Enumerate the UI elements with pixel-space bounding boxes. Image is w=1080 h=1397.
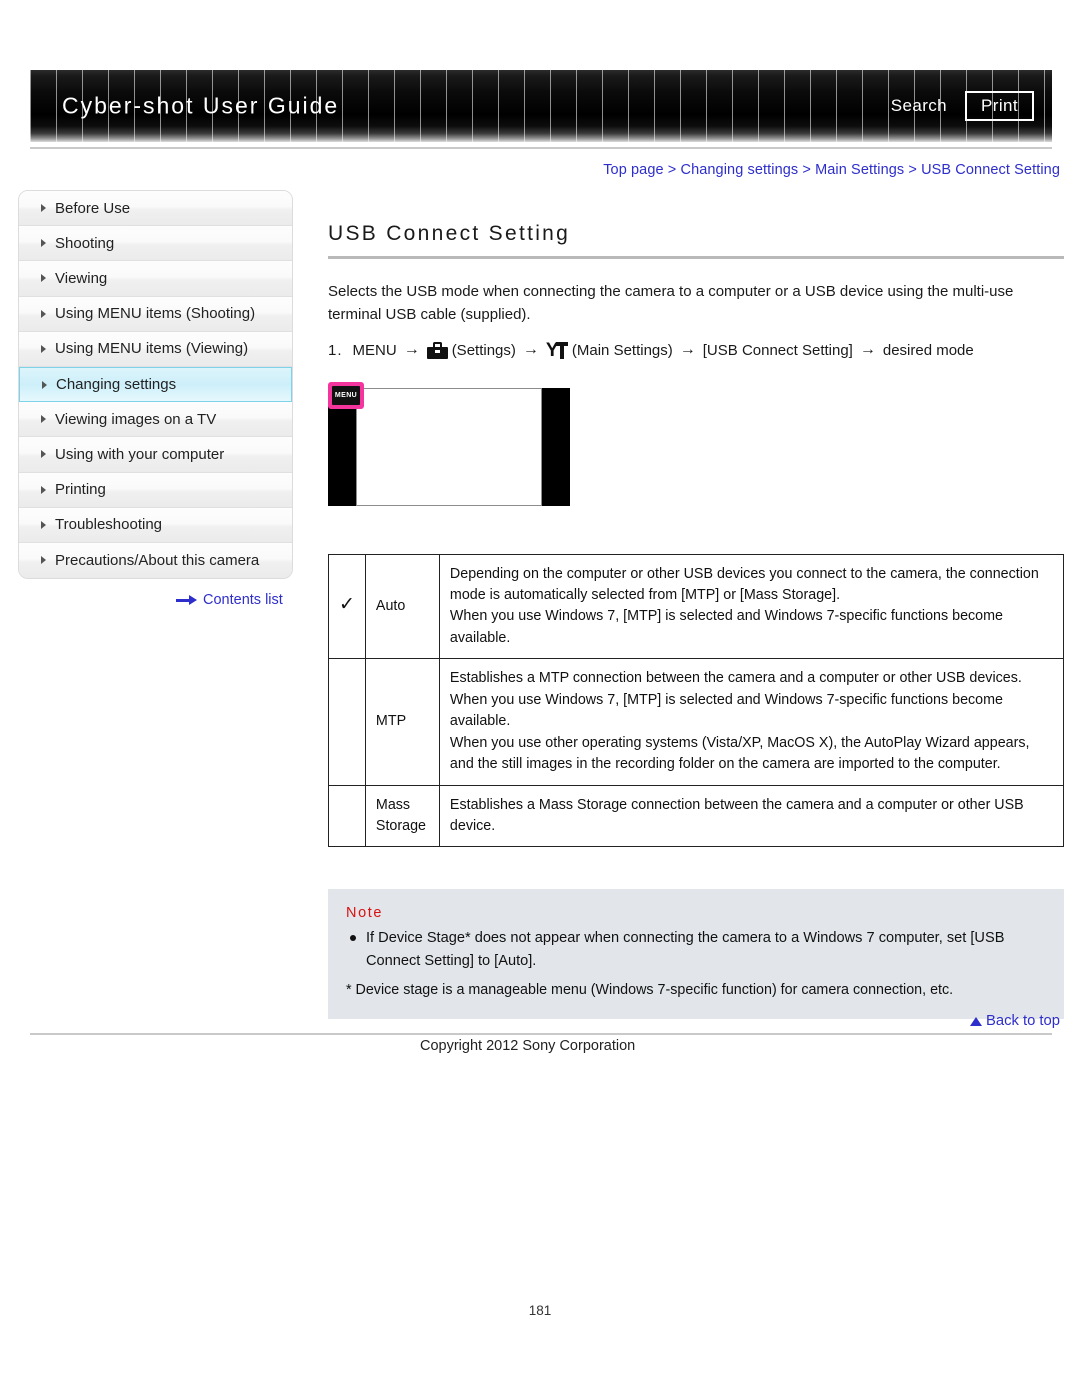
desired-mode-label: desired mode (882, 341, 974, 359)
contents-list-label: Contents list (203, 592, 283, 608)
copyright-text: Copyright 2012 Sony Corporation (420, 1038, 636, 1054)
arrow-3: → (679, 341, 696, 359)
option-name-cell: Mass Storage (364, 784, 440, 848)
triangle-right-icon (42, 380, 47, 389)
sidebar-item-label: Before Use (55, 199, 131, 217)
note-box: Note If Device Stage* does not appear wh… (328, 889, 1064, 1020)
arrow-4: → (859, 341, 876, 359)
option-description-cell: Establishes a Mass Storage connection be… (438, 784, 1065, 848)
sidebar-item-label: Using MENU items (Viewing) (55, 340, 249, 358)
breadcrumb[interactable]: Top page > Changing settings > Main Sett… (603, 162, 1060, 178)
camera-screen-illustration: MENU (328, 381, 570, 510)
sidebar-item-label: Viewing (55, 269, 108, 287)
usb-options-table: ✓ Auto Depending on the computer or other … (328, 553, 1065, 848)
toolbox-settings-icon (426, 341, 448, 359)
site-title: Cyber-shot User Guide (62, 92, 340, 119)
menu-chip-label: MENU (334, 391, 358, 399)
note-title: Note (346, 905, 384, 922)
sidebar-item-viewing-images-on-a-tv[interactable]: Viewing images on a TV (19, 402, 292, 438)
sidebar-item-using-menu-items-viewing[interactable]: Using MENU items (Viewing) (19, 331, 292, 367)
search-button[interactable]: Search (887, 94, 951, 118)
site-header: Cyber-shot User Guide Search Print (30, 70, 1052, 142)
step-menu-label: MENU (352, 341, 397, 359)
default-checkmark-cell (328, 784, 366, 848)
option-description-cell: Depending on the computer or other USB d… (438, 553, 1065, 660)
sidebar-item-viewing[interactable]: Viewing (19, 261, 292, 297)
sidebar-item-label: Shooting (55, 234, 115, 252)
sidebar-item-label: Printing (55, 481, 106, 499)
arrow-right-icon (176, 595, 198, 605)
arrow-1: → (403, 341, 420, 359)
wrench-main-settings-icon: Y (546, 341, 568, 360)
option-description-cell: Establishes a MTP connection between the… (438, 658, 1065, 786)
sidebar-item-printing[interactable]: Printing (19, 472, 292, 508)
triangle-right-icon (41, 239, 46, 248)
document-page: Cyber-shot User Guide Search Print Top p… (0, 0, 1080, 1397)
footer-divider (30, 1033, 1052, 1035)
sidebar-item-shooting[interactable]: Shooting (19, 226, 292, 262)
table-row: ✓ Auto Depending on the computer or other … (328, 553, 1065, 660)
triangle-right-icon (41, 520, 46, 529)
table-row: MTP Establishes a MTP connection between … (328, 658, 1065, 786)
sidebar-item-before-use[interactable]: Before Use (19, 191, 292, 227)
sidebar-item-label: Using with your computer (55, 445, 225, 463)
triangle-right-icon (41, 485, 46, 494)
sidebar-item-label: Using MENU items (Shooting) (55, 305, 256, 323)
header-actions: Search Print (887, 91, 1034, 121)
back-to-top-label: Back to top (985, 1013, 1060, 1029)
default-checkmark-cell: ✓ (328, 553, 366, 660)
triangle-right-icon (41, 204, 46, 213)
triangle-right-icon (41, 274, 46, 283)
sidebar-item-label: Troubleshooting (55, 516, 163, 534)
sidebar-item-using-menu-items-shooting[interactable]: Using MENU items (Shooting) (19, 296, 292, 332)
main-settings-label: (Main Settings) (571, 341, 673, 359)
intro-paragraph: Selects the USB mode when connecting the… (328, 283, 1014, 323)
screen-lcd-area (356, 387, 542, 506)
default-checkmark-cell (328, 658, 366, 786)
sidebar-item-precautions-about-this-camera[interactable]: Precautions/About this camera (19, 542, 292, 579)
bracket-item-label: [USB Connect Setting] (702, 341, 853, 359)
settings-label: (Settings) (451, 341, 516, 359)
page-title: USB Connect Setting (328, 222, 571, 245)
contents-list-link[interactable]: Contents list (176, 592, 283, 608)
sidebar-item-label: Changing settings (56, 376, 177, 394)
sidebar-item-using-with-your-computer[interactable]: Using with your computer (19, 437, 292, 473)
triangle-up-icon (969, 1016, 982, 1026)
sidebar-nav: Before Use Shooting Viewing Using MENU item… (18, 190, 293, 580)
option-name-cell: MTP (364, 658, 440, 786)
triangle-right-icon (41, 556, 46, 565)
triangle-right-icon (41, 309, 46, 318)
back-to-top-link[interactable]: Back to top (969, 1013, 1060, 1029)
header-divider (30, 147, 1052, 149)
table-row: Mass Storage Establishes a Mass Storage c… (328, 784, 1065, 848)
checkmark-icon: ✓ (339, 594, 355, 616)
page-number: 181 (528, 1303, 552, 1318)
menu-button-highlight-icon: MENU (328, 381, 364, 409)
triangle-right-icon (41, 450, 46, 459)
sidebar-item-label: Viewing images on a TV (55, 410, 217, 428)
main-content: USB Connect Setting Selects the USB mode… (328, 222, 1065, 1020)
note-bullet-list: If Device Stage* does not appear when co… (346, 927, 1044, 971)
arrow-2: → (522, 341, 539, 359)
title-divider (328, 256, 1064, 259)
print-button[interactable]: Print (965, 91, 1034, 121)
triangle-right-icon (41, 415, 46, 424)
screen-right-bar (541, 387, 570, 506)
note-bullet: If Device Stage* does not appear when co… (346, 927, 1044, 971)
triangle-right-icon (41, 344, 46, 353)
step-instruction: 1. MENU → (Settings) → Y (Main Settings)… (328, 341, 1064, 360)
option-name-cell: Auto (364, 553, 440, 660)
sidebar-item-label: Precautions/About this camera (55, 551, 260, 569)
sidebar-item-changing-settings[interactable]: Changing settings (19, 366, 292, 403)
note-footnote: * Device stage is a manageable menu (Win… (346, 981, 954, 998)
step-number: 1. (328, 341, 343, 359)
sidebar-item-troubleshooting[interactable]: Troubleshooting (19, 507, 292, 543)
